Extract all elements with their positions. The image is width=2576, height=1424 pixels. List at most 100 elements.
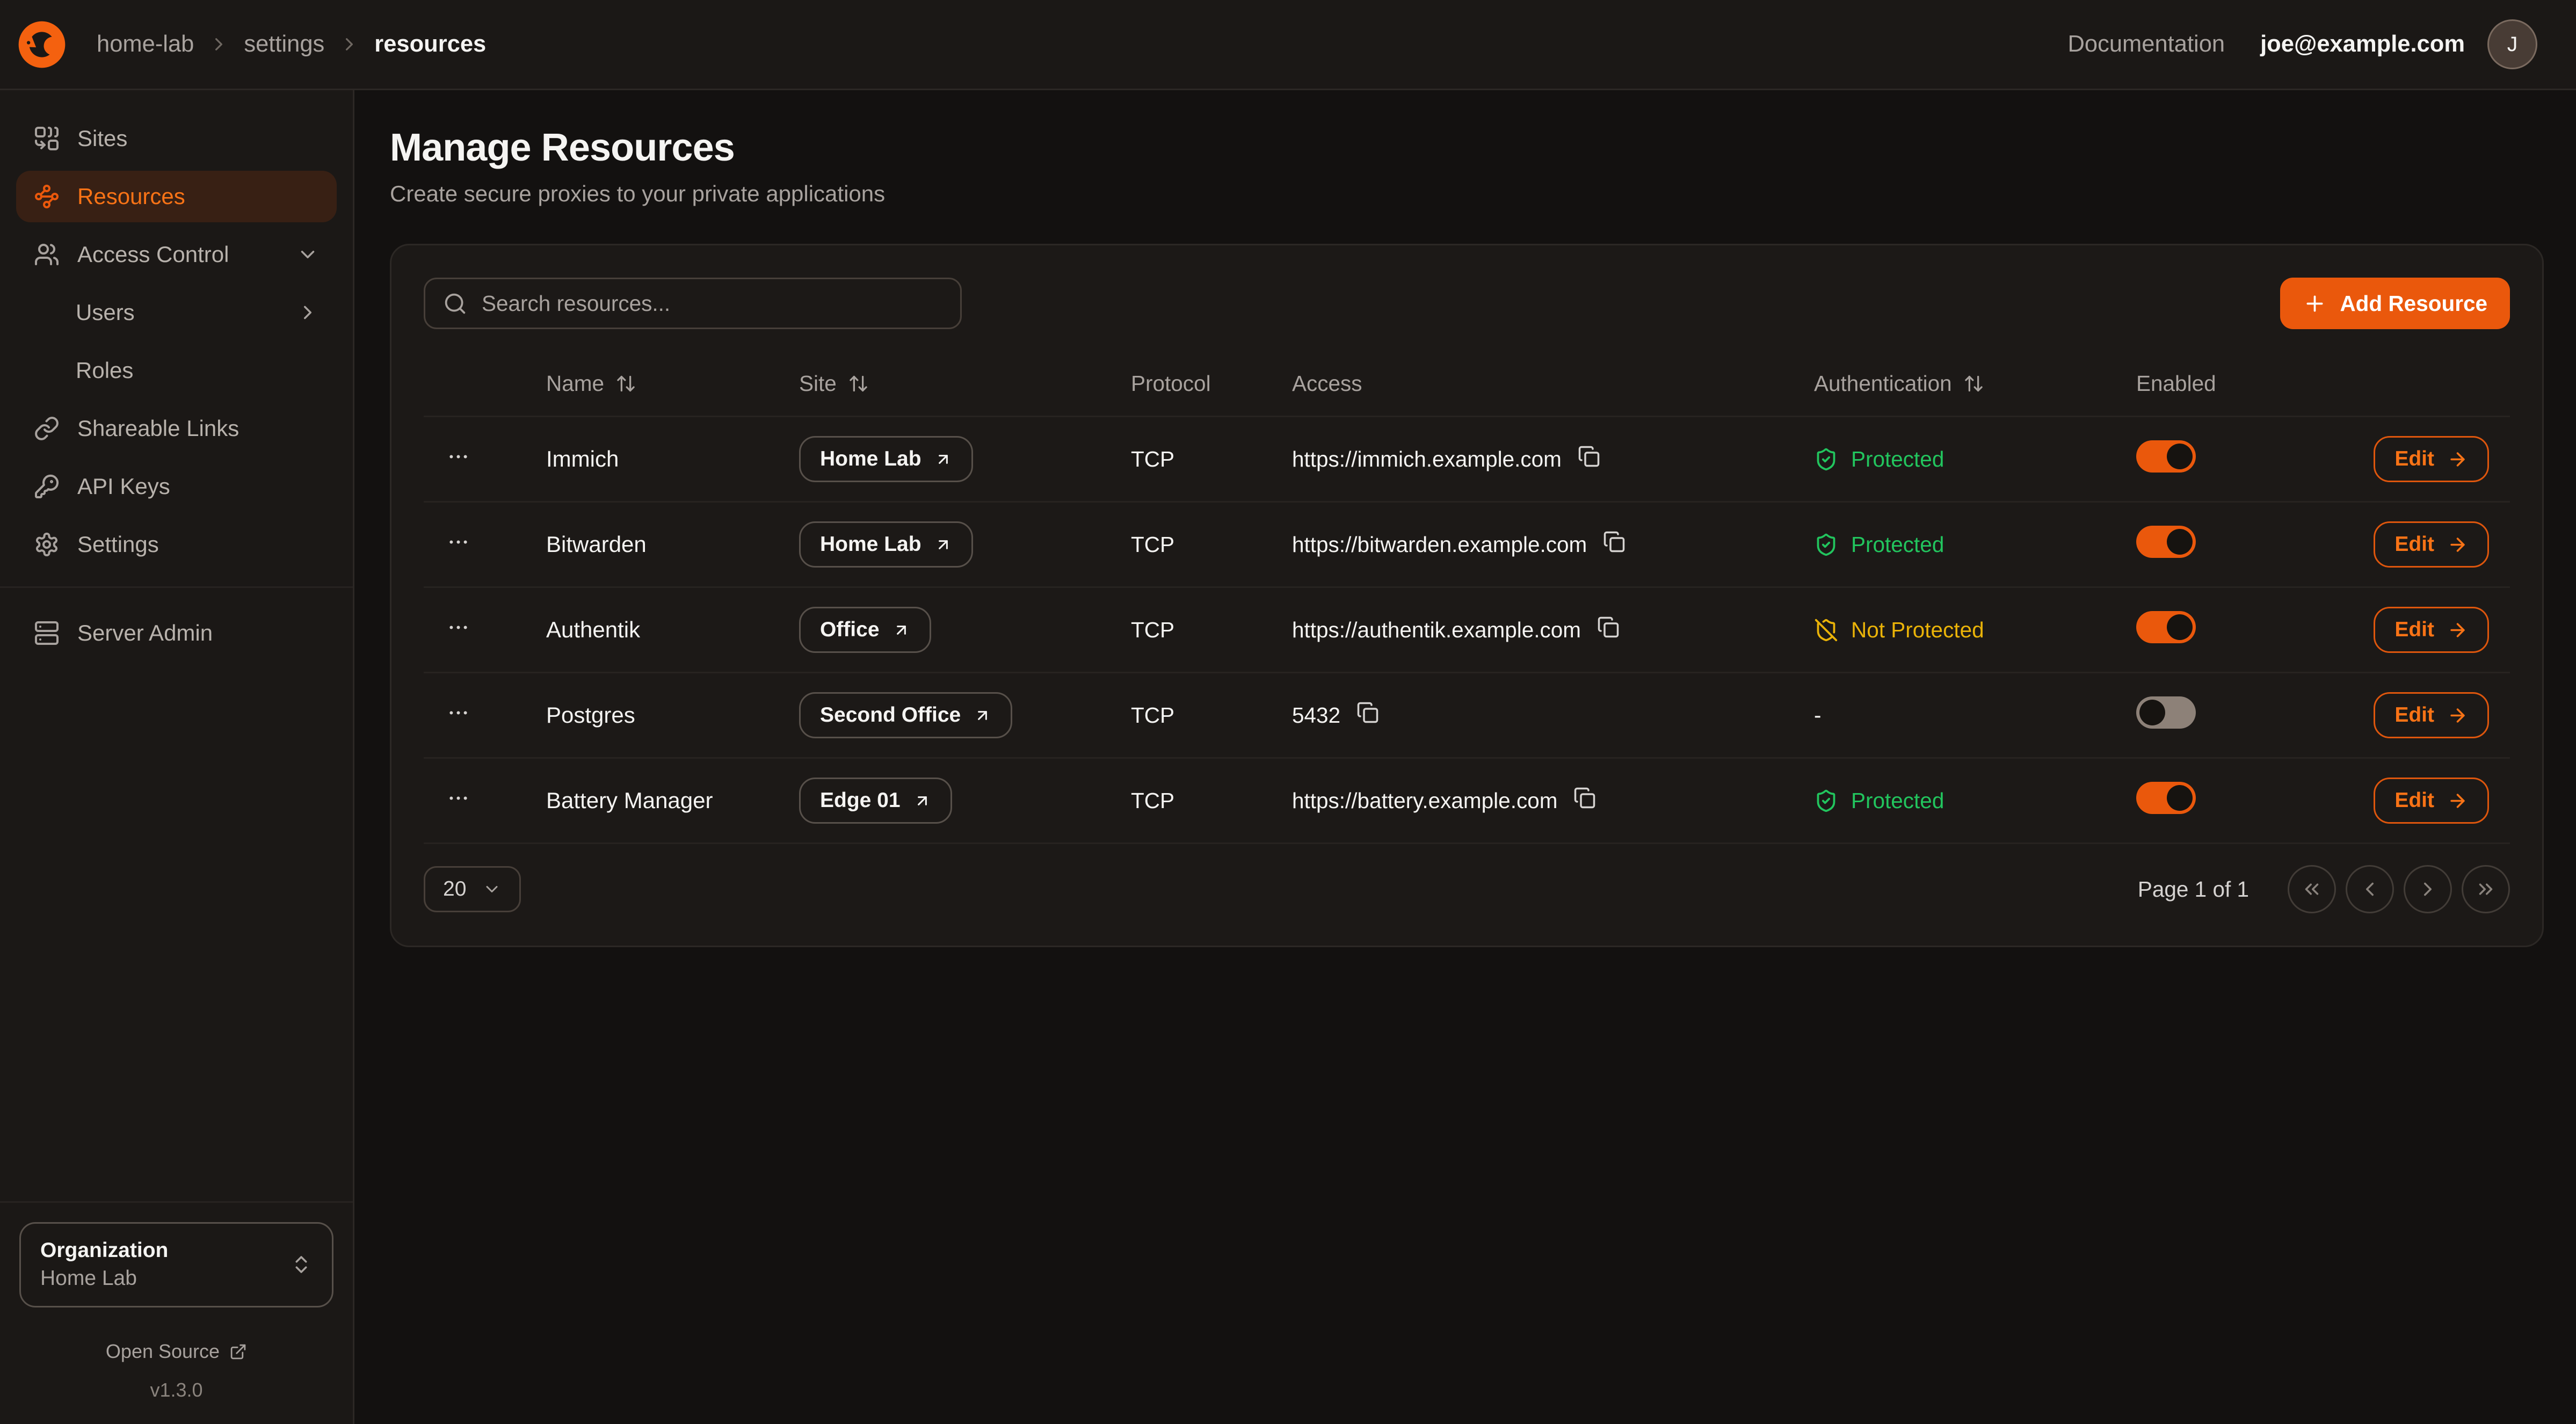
sidebar-item-label: Settings	[77, 532, 159, 557]
user-email[interactable]: joe@example.com	[2260, 31, 2465, 57]
sidebar-item-api-keys[interactable]: API Keys	[16, 461, 337, 512]
enabled-toggle[interactable]	[2136, 526, 2196, 558]
first-page-button[interactable]	[2288, 865, 2336, 913]
shield-off-icon	[1814, 618, 1838, 642]
pagination: 20 Page 1 of 1	[424, 865, 2510, 913]
enabled-toggle[interactable]	[2136, 440, 2196, 473]
sidebar-item-settings[interactable]: Settings	[16, 519, 337, 570]
column-header-name[interactable]: Name	[546, 371, 799, 396]
page-title: Manage Resources	[390, 126, 2541, 170]
site-link[interactable]: Home Lab	[799, 521, 973, 568]
arrow-up-right-icon	[934, 536, 952, 554]
next-page-button[interactable]	[2404, 865, 2452, 913]
sidebar-item-users[interactable]: Users	[16, 287, 337, 338]
app-version: v1.3.0	[19, 1379, 333, 1401]
sidebar-item-shareable-links[interactable]: Shareable Links	[16, 403, 337, 454]
edit-button[interactable]: Edit	[2374, 607, 2489, 653]
sidebar-bottom: Organization Home Lab Open Source v1.3.0	[0, 1201, 353, 1424]
auth-label: Protected	[1851, 532, 1944, 557]
enabled-toggle[interactable]	[2136, 782, 2196, 814]
sidebar-item-label: Users	[76, 300, 135, 325]
arrow-right-icon	[2447, 705, 2468, 726]
auth-label: Protected	[1851, 447, 1944, 472]
site-link[interactable]: Edge 01	[799, 778, 952, 824]
edit-button[interactable]: Edit	[2374, 692, 2489, 738]
chevron-right-icon	[339, 34, 360, 55]
page-size-select[interactable]: 20	[424, 866, 521, 912]
organization-picker[interactable]: Organization Home Lab	[19, 1222, 333, 1307]
add-resource-button[interactable]: Add Resource	[2280, 278, 2510, 329]
column-header-authentication[interactable]: Authentication	[1814, 371, 2136, 396]
organization-picker-value: Home Lab	[40, 1265, 168, 1293]
enabled-toggle[interactable]	[2136, 696, 2196, 729]
row-menu-button[interactable]	[437, 438, 480, 481]
copy-button[interactable]	[1356, 701, 1379, 729]
arrow-up-right-icon	[892, 621, 910, 639]
site-link-label: Second Office	[820, 703, 961, 727]
row-menu-button[interactable]	[437, 524, 480, 566]
enabled-toggle[interactable]	[2136, 611, 2196, 643]
chevrons-up-down-icon	[290, 1253, 313, 1276]
site-link-label: Edge 01	[820, 789, 901, 812]
edit-button[interactable]: Edit	[2374, 436, 2489, 482]
avatar[interactable]: J	[2487, 19, 2537, 69]
sidebar-item-label: Server Admin	[77, 620, 213, 646]
sidebar-item-access-control[interactable]: Access Control	[16, 229, 337, 280]
table-row: Battery Manager Edge 01 TCP https://batt…	[424, 759, 2510, 844]
column-header-site[interactable]: Site	[799, 371, 1131, 396]
sidebar-item-resources[interactable]: Resources	[16, 171, 337, 222]
sidebar-divider	[0, 586, 353, 588]
search-input[interactable]	[482, 291, 942, 316]
breadcrumb: home-lab settings resources	[97, 31, 486, 57]
breadcrumb-settings[interactable]: settings	[244, 31, 324, 57]
copy-button[interactable]	[1573, 787, 1596, 815]
row-menu-button[interactable]	[437, 694, 480, 737]
copy-button[interactable]	[1603, 531, 1626, 558]
edit-button[interactable]: Edit	[2374, 521, 2489, 568]
edit-button-label: Edit	[2394, 447, 2434, 471]
search-icon	[443, 292, 467, 316]
site-link[interactable]: Office	[799, 607, 931, 653]
arrow-up-right-icon	[934, 451, 952, 468]
resources-card: Add Resource Name Site	[390, 244, 2544, 947]
copy-icon	[1603, 531, 1626, 553]
search-box	[424, 278, 962, 329]
sort-icon	[1963, 373, 1984, 394]
chevron-right-icon	[2417, 878, 2439, 900]
sites-icon	[34, 126, 60, 151]
sidebar-item-sites[interactable]: Sites	[16, 113, 337, 164]
row-menu-button[interactable]	[437, 609, 480, 651]
arrow-right-icon	[2447, 534, 2468, 555]
shield-check-icon	[1814, 533, 1838, 557]
sidebar-item-roles[interactable]: Roles	[16, 345, 337, 396]
resource-name: Bitwarden	[546, 532, 799, 557]
documentation-link[interactable]: Documentation	[2068, 31, 2225, 57]
column-header-protocol: Protocol	[1131, 371, 1292, 396]
site-link[interactable]: Second Office	[799, 692, 1012, 738]
site-link[interactable]: Home Lab	[799, 436, 973, 482]
sidebar-item-server-admin[interactable]: Server Admin	[16, 607, 337, 659]
external-link-icon	[229, 1343, 247, 1361]
sidebar-item-label: API Keys	[77, 474, 170, 499]
row-menu-button[interactable]	[437, 780, 480, 822]
table-row: Bitwarden Home Lab TCP https://bitwarden…	[424, 503, 2510, 588]
arrow-right-icon	[2447, 620, 2468, 641]
breadcrumb-resources[interactable]: resources	[374, 31, 486, 57]
link-icon	[34, 416, 60, 441]
resource-protocol: TCP	[1131, 617, 1292, 643]
shield-check-icon	[1814, 447, 1838, 471]
topbar: home-lab settings resources Documentatio…	[0, 0, 2576, 90]
breadcrumb-org[interactable]: home-lab	[97, 31, 194, 57]
copy-button[interactable]	[1597, 616, 1620, 644]
auth-status: Protected	[1814, 788, 2136, 813]
last-page-button[interactable]	[2462, 865, 2510, 913]
arrow-right-icon	[2447, 790, 2468, 811]
add-resource-label: Add Resource	[2340, 291, 2487, 316]
open-source-link[interactable]: Open Source	[106, 1340, 247, 1363]
column-header-access: Access	[1292, 371, 1814, 396]
previous-page-button[interactable]	[2346, 865, 2394, 913]
edit-button[interactable]: Edit	[2374, 778, 2489, 824]
auth-status: -	[1814, 703, 2136, 728]
table-row: Immich Home Lab TCP https://immich.examp…	[424, 417, 2510, 503]
copy-button[interactable]	[1578, 445, 1600, 473]
